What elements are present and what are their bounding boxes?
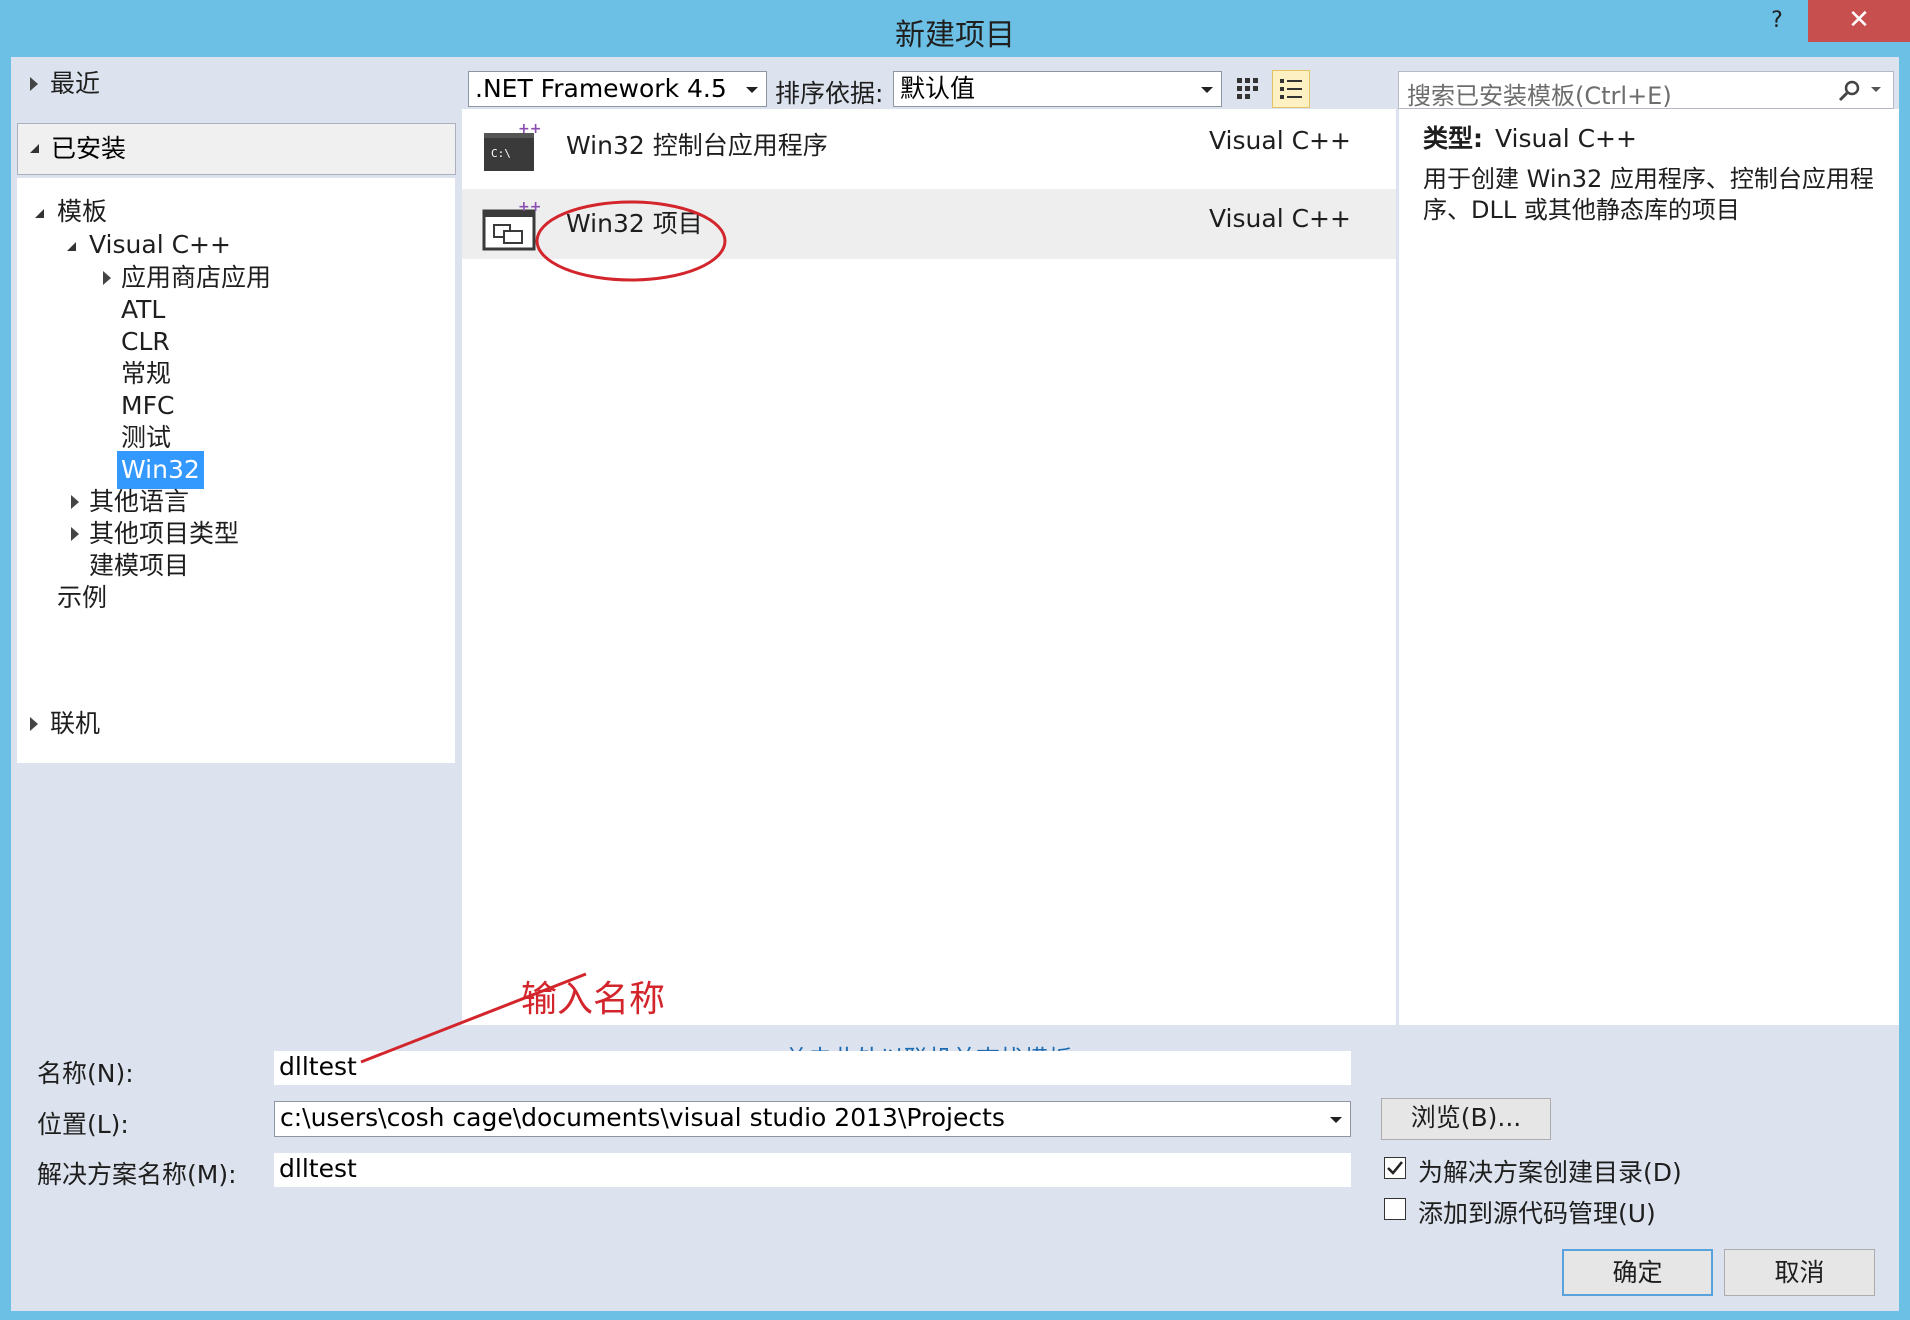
template-item[interactable]: ++ Win32 项目 Visual C++	[462, 189, 1396, 259]
template-name: Win32 控制台应用程序	[566, 131, 828, 160]
template-description: 用于创建 Win32 应用程序、控制台应用程序、DLL 或其他静态库的项目	[1423, 165, 1874, 224]
installed-subtree: 模板 Visual C++ 应用商店应用 ATL CLR 常规 MFC 测试 W…	[17, 178, 455, 763]
dialog-body: 最近 已安装 模板 Visual C++ 应用商店应用 ATL CLR 常规 M…	[11, 57, 1899, 1311]
template-language: Visual C++	[1209, 204, 1351, 233]
expand-arrow-icon[interactable]	[71, 527, 79, 541]
search-placeholder: 搜索已安装模板(Ctrl+E)	[1407, 82, 1672, 110]
framework-dropdown[interactable]: .NET Framework 4.5	[468, 71, 767, 107]
help-button[interactable]: ?	[1762, 8, 1792, 38]
collapse-arrow-icon[interactable]	[30, 144, 39, 153]
win32-project-icon: ++	[482, 199, 540, 251]
source-control-label[interactable]: 添加到源代码管理(U)	[1418, 1194, 1656, 1230]
type-label: 类型:	[1423, 124, 1483, 153]
expand-arrow-icon[interactable]	[30, 77, 38, 91]
location-combobox[interactable]: c:\users\cosh cage\documents\visual stud…	[274, 1101, 1351, 1137]
project-name-input[interactable]: dlltest	[274, 1051, 1351, 1085]
ok-button[interactable]: 确定	[1562, 1249, 1713, 1296]
cancel-button[interactable]: 取消	[1724, 1249, 1875, 1296]
grid-view-icon	[1237, 78, 1258, 99]
checkmark-icon	[1387, 1161, 1403, 1175]
list-view-icon	[1280, 79, 1302, 99]
create-directory-checkbox[interactable]	[1384, 1157, 1406, 1179]
annotation-text: 输入名称	[521, 979, 666, 1020]
solution-name-label: 解决方案名称(M):	[37, 1160, 237, 1189]
console-app-icon: C:\ ++	[484, 121, 540, 171]
dropdown-arrow-icon[interactable]	[1330, 1117, 1342, 1123]
close-button[interactable]: ✕	[1808, 0, 1910, 42]
new-project-dialog: 新建项目 ? ✕ 最近 已安装 模板 Visual C++ 应用商店应用 ATL…	[0, 0, 1910, 1320]
svg-text:++: ++	[518, 199, 540, 215]
sort-dropdown[interactable]: 默认值	[893, 71, 1222, 107]
solution-name-input[interactable]: dlltest	[274, 1153, 1351, 1187]
small-icons-view-button[interactable]	[1228, 70, 1266, 108]
template-type: 类型: Visual C++	[1423, 119, 1637, 155]
browse-button[interactable]: 浏览(B)...	[1381, 1098, 1551, 1140]
template-list: C:\ ++ Win32 控制台应用程序 Visual C++ ++ Win32…	[462, 109, 1396, 1073]
template-item[interactable]: C:\ ++ Win32 控制台应用程序 Visual C++	[462, 111, 1396, 181]
tree-item-samples[interactable]: 示例	[57, 579, 107, 617]
expand-arrow-icon[interactable]	[103, 271, 111, 285]
type-value: Visual C++	[1495, 124, 1637, 153]
collapse-arrow-icon[interactable]	[67, 242, 76, 251]
source-control-checkbox[interactable]	[1384, 1198, 1406, 1220]
sort-value: 默认值	[900, 74, 976, 103]
location-value: c:\users\cosh cage\documents\visual stud…	[280, 1103, 1005, 1132]
sort-label: 排序依据:	[775, 79, 884, 108]
location-label: 位置(L):	[37, 1110, 129, 1139]
search-icon[interactable]	[1837, 79, 1861, 103]
tree-label: 最近	[50, 69, 101, 98]
svg-text:C:\: C:\	[491, 147, 511, 160]
search-templates-input[interactable]: 搜索已安装模板(Ctrl+E)	[1398, 71, 1894, 110]
window-title: 新建项目	[895, 18, 1015, 53]
framework-value: .NET Framework 4.5	[475, 74, 727, 103]
expand-arrow-icon[interactable]	[30, 717, 38, 731]
svg-text:++: ++	[518, 121, 540, 137]
dropdown-arrow-icon	[746, 87, 758, 93]
template-language: Visual C++	[1209, 126, 1351, 155]
list-view-button[interactable]	[1272, 70, 1310, 108]
dropdown-arrow-icon	[1201, 87, 1213, 93]
template-tree: 最近 已安装 模板 Visual C++ 应用商店应用 ATL CLR 常规 M…	[14, 65, 456, 763]
expand-arrow-icon[interactable]	[71, 495, 79, 509]
create-directory-label[interactable]: 为解决方案创建目录(D)	[1418, 1153, 1682, 1189]
name-label: 名称(N):	[37, 1059, 134, 1088]
search-options-arrow-icon[interactable]	[1871, 87, 1881, 92]
tree-label: 已安装	[51, 134, 127, 163]
template-description-panel: 类型: Visual C++ 用于创建 Win32 应用程序、控制台应用程序、DL…	[1399, 109, 1899, 1025]
tree-label: 联机	[50, 709, 101, 738]
collapse-arrow-icon[interactable]	[35, 209, 44, 218]
title-bar[interactable]: 新建项目 ? ✕	[0, 0, 1910, 57]
template-name: Win32 项目	[566, 209, 703, 238]
tree-item-installed[interactable]: 已安装	[17, 123, 456, 175]
